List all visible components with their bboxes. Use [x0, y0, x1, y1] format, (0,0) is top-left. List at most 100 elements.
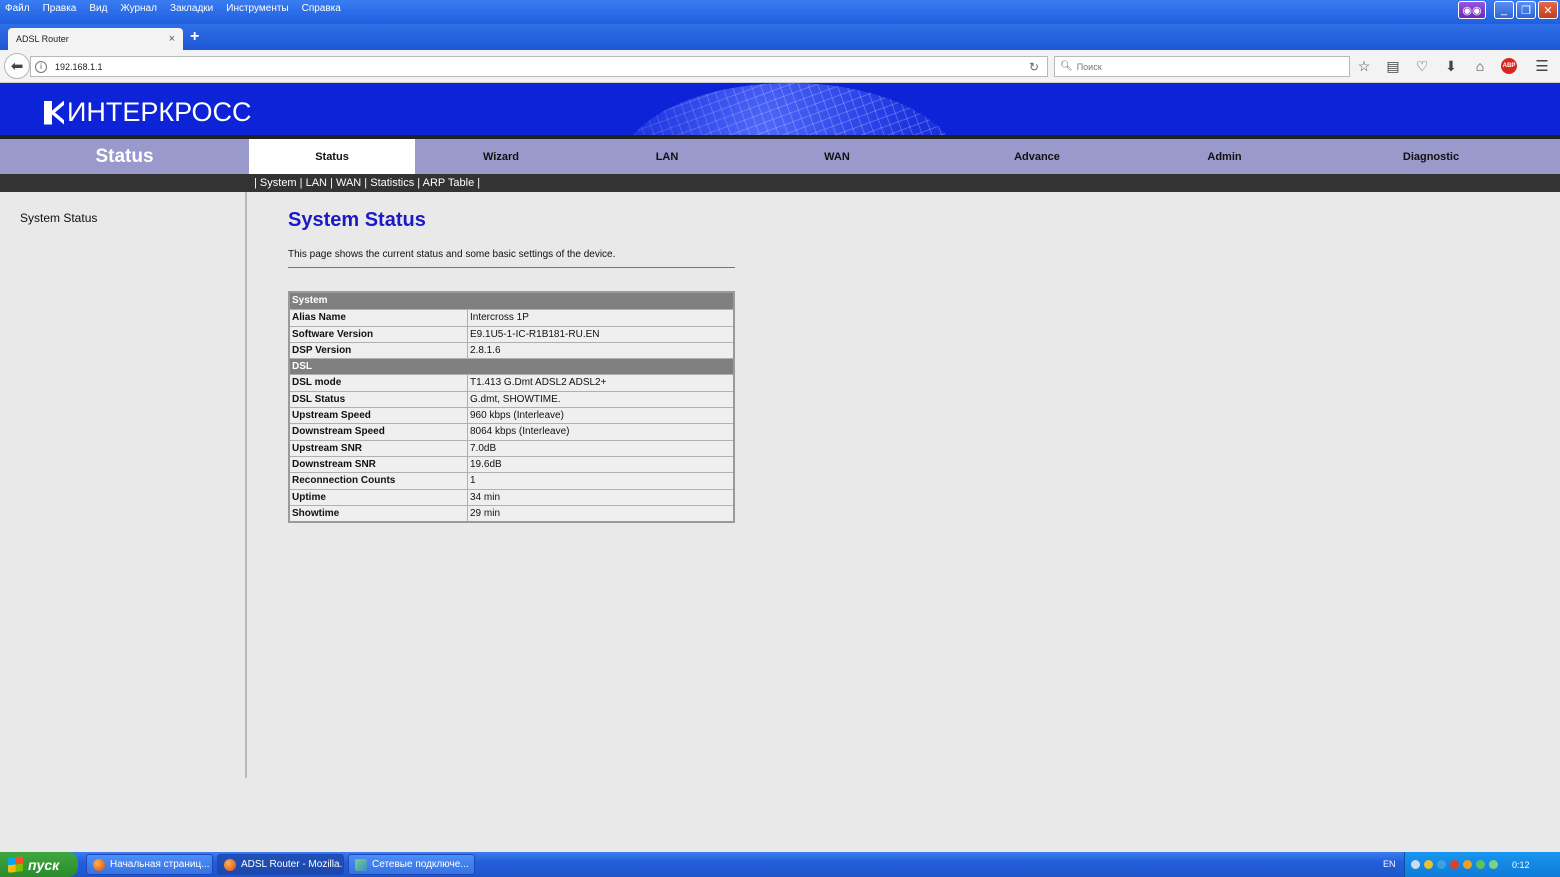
clock: 0:12	[1512, 859, 1530, 870]
row-label: Downstream Speed	[290, 424, 468, 440]
subnav-system[interactable]: System	[260, 177, 297, 189]
tray-security-icon[interactable]	[1450, 860, 1459, 869]
reload-icon[interactable]: ↻	[1029, 60, 1039, 74]
browser-tab[interactable]: ADSL Router ×	[8, 28, 183, 50]
tab-wan[interactable]: WAN	[747, 139, 927, 174]
banner-fade	[430, 83, 1560, 137]
tab-admin[interactable]: Admin	[1147, 139, 1302, 174]
taskbar-item-start-page[interactable]: Начальная страниц...	[86, 854, 213, 875]
table-row: Uptime 34 min	[290, 488, 733, 505]
toolbar-icons: ☆ ▤ ♡ ⬇ ⌂ ABP ☰	[1356, 56, 1550, 76]
tray-sync-icon[interactable]	[1489, 860, 1498, 869]
subnav-wan[interactable]: WAN	[336, 177, 361, 189]
back-button[interactable]: ⬅	[4, 53, 30, 79]
tray-volume-icon[interactable]	[1476, 860, 1485, 869]
tray-network-icon[interactable]	[1437, 860, 1446, 869]
subnav-arp-table[interactable]: ARP Table	[423, 177, 475, 189]
menu-view[interactable]: Вид	[89, 3, 107, 14]
table-row: Downstream Speed 8064 kbps (Interleave)	[290, 423, 733, 440]
windows-logo-icon	[8, 856, 23, 873]
url-text[interactable]: 192.168.1.1	[55, 62, 1029, 72]
row-label: DSL Status	[290, 391, 468, 408]
menu-file[interactable]: Файл	[5, 3, 30, 14]
taskbar-item-label: Начальная страниц...	[110, 859, 210, 870]
row-value: 19.6dB	[470, 458, 502, 470]
restore-button[interactable]: ❐	[1516, 1, 1536, 19]
info-icon[interactable]: i	[35, 60, 47, 73]
row-label: Reconnection Counts	[290, 473, 468, 489]
search-input[interactable]	[1076, 61, 1327, 72]
row-value: E9.1U5-1-IC-R1B181-RU.EN	[470, 328, 600, 340]
browser-navbar: ⬅ i 192.168.1.1 ↻ 🔍︎ ☆ ▤ ♡ ⬇ ⌂ ABP ☰	[0, 50, 1560, 83]
row-label: DSL mode	[290, 375, 468, 391]
new-tab-button[interactable]: +	[190, 28, 199, 46]
table-row: Upstream Speed 960 kbps (Interleave)	[290, 407, 733, 424]
sub-nav: | System | LAN | WAN | Statistics | ARP …	[0, 174, 1560, 192]
table-row: Showtime 29 min	[290, 504, 733, 522]
tab-title: ADSL Router	[16, 34, 69, 44]
search-icon: 🔍︎	[1060, 61, 1073, 72]
tab-advance[interactable]: Advance	[927, 139, 1147, 174]
tab-status[interactable]: Status	[249, 139, 415, 174]
tab-lan[interactable]: LAN	[587, 139, 747, 174]
row-label: Upstream Speed	[290, 408, 468, 424]
firefox-icon	[93, 858, 105, 871]
router-banner: ИНТЕРКРОСС	[0, 83, 1560, 137]
menu-help[interactable]: Справка	[302, 3, 341, 14]
section-header-label: System	[292, 295, 328, 306]
table-row: Reconnection Counts 1	[290, 472, 733, 489]
divider	[288, 267, 735, 268]
row-value: 29 min	[470, 507, 501, 519]
menu-bookmarks[interactable]: Закладки	[170, 3, 213, 14]
start-button[interactable]: пуск	[0, 852, 78, 877]
row-value: G.dmt, SHOWTIME.	[470, 393, 561, 405]
taskbar-item-label: Сетевые подключе...	[372, 859, 469, 870]
reading-list-icon[interactable]: ▤	[1385, 56, 1401, 76]
table-section-header: System	[290, 293, 733, 310]
language-indicator[interactable]: EN	[1383, 859, 1396, 869]
taskbar-item-network[interactable]: Сетевые подключе...	[348, 854, 475, 875]
tray-app-icon[interactable]	[1463, 860, 1472, 869]
menu-tools[interactable]: Инструменты	[226, 3, 288, 14]
section-title: Status	[95, 145, 154, 167]
tab-diagnostic[interactable]: Diagnostic	[1302, 139, 1560, 174]
tab-close-icon[interactable]: ×	[169, 33, 175, 45]
row-value: T1.413 G.Dmt ADSL2 ADSL2+	[470, 377, 607, 389]
row-label: Downstream SNR	[290, 456, 468, 473]
taskbar-item-adsl-router[interactable]: ADSL Router - Mozilla...	[217, 854, 344, 875]
private-mask-icon[interactable]: ◉◉	[1458, 1, 1486, 19]
search-bar[interactable]: 🔍︎	[1054, 56, 1350, 77]
tray-shield-icon[interactable]	[1424, 860, 1433, 869]
row-value: Intercross 1P	[470, 312, 529, 324]
subnav-statistics[interactable]: Statistics	[370, 177, 414, 189]
tray-arrow-icon[interactable]	[1411, 860, 1420, 869]
home-icon[interactable]: ⌂	[1472, 56, 1488, 76]
table-row: Upstream SNR 7.0dB	[290, 439, 733, 456]
menu-history[interactable]: Журнал	[120, 3, 157, 14]
table-row: DSL Status G.dmt, SHOWTIME.	[290, 390, 733, 408]
pocket-icon[interactable]: ♡	[1414, 56, 1430, 76]
row-label: Showtime	[290, 505, 468, 522]
tab-wizard[interactable]: Wizard	[415, 139, 587, 174]
status-table: System Alias Name Intercross 1P Software Ve…	[288, 291, 735, 524]
close-window-button[interactable]: ✕	[1538, 1, 1558, 19]
brand-logo: ИНТЕРКРОСС	[44, 97, 252, 128]
logo-text: ИНТЕРКРОСС	[67, 97, 252, 127]
hamburger-menu-icon[interactable]: ☰	[1534, 56, 1550, 76]
bookmark-star-icon[interactable]: ☆	[1356, 56, 1372, 76]
firefox-icon	[224, 858, 236, 871]
network-connections-icon	[355, 858, 367, 871]
taskbar: пуск Начальная страниц... ADSL Router - …	[0, 852, 1560, 877]
row-value: 1	[470, 475, 476, 487]
url-bar[interactable]: i 192.168.1.1 ↻	[30, 56, 1048, 77]
page-description: This page shows the current status and s…	[288, 249, 616, 260]
row-label: Alias Name	[290, 310, 468, 326]
start-label: пуск	[28, 856, 60, 873]
subnav-lan[interactable]: LAN	[306, 177, 327, 189]
row-label: Software Version	[290, 326, 468, 342]
download-icon[interactable]: ⬇	[1443, 56, 1459, 76]
adblock-icon[interactable]: ABP	[1501, 58, 1517, 74]
menu-edit[interactable]: Правка	[43, 3, 77, 14]
sidebar-item-system-status[interactable]: System Status	[20, 211, 97, 225]
minimize-button[interactable]: _	[1494, 1, 1514, 19]
